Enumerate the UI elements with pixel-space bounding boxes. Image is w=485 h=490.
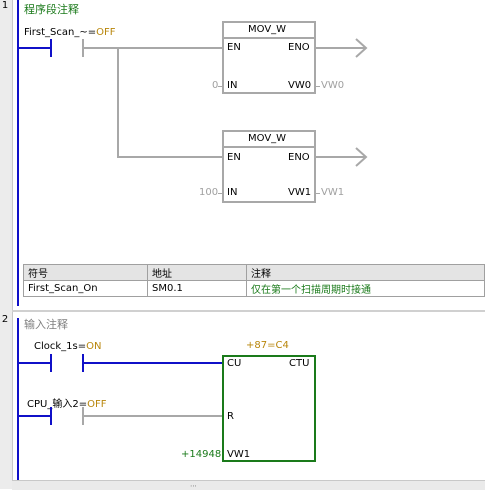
rung1-wire-energized	[19, 47, 50, 49]
mov-w-block-1-out-stub	[314, 86, 320, 87]
ctu-r-pin: R	[227, 411, 234, 422]
comment-cell: 仅在第一个扫描周期时接通	[246, 280, 485, 297]
ctu-type-label: CTU	[289, 358, 310, 369]
rung1-wire-to-block2	[117, 156, 224, 158]
clock-1s-contact-left-bar[interactable]	[50, 354, 52, 372]
power-rail-network-2	[17, 318, 19, 480]
mov-w-block-2-en: EN	[227, 152, 241, 163]
mov-w-block-1-eno: ENO	[288, 42, 310, 53]
network-1-comment[interactable]: 程序段注释	[24, 1, 79, 17]
mov-w-block-1-en: EN	[227, 42, 241, 53]
table-row[interactable]: First_Scan_On SM0.1 仅在第一个扫描周期时接通	[23, 280, 485, 297]
network-number-2[interactable]: 2	[0, 314, 10, 325]
mov-w-block-2-title: MOV_W	[248, 133, 287, 144]
rung1-branch-vertical	[117, 47, 119, 158]
network-2-comment[interactable]: 输入注释	[24, 316, 68, 332]
mov-w-block-2-out-value[interactable]: VW1	[321, 187, 344, 198]
mov-w-block-1-in-stub	[218, 86, 224, 87]
mov-w-block-1-out-value[interactable]: VW0	[321, 80, 344, 91]
mov-w-block-1-title: MOV_W	[248, 24, 287, 35]
mov-w-block-2-in: IN	[227, 187, 238, 198]
cpu-input2-contact-left-bar[interactable]	[50, 407, 52, 425]
first-scan-contact-label: First_Scan_~=OFF	[24, 27, 116, 38]
ctu-pv-address: VW1	[227, 449, 251, 460]
counter-value-label[interactable]: +87=C4	[246, 340, 289, 351]
ctu-pv-value[interactable]: +14948	[181, 449, 221, 460]
rung2-wire-a	[19, 362, 50, 364]
mov-w-block-1-title-divider	[224, 37, 314, 39]
ctu-cu-pin: CU	[227, 358, 242, 369]
comment-header: 注释	[246, 264, 485, 281]
rung2-wire-to-cu	[84, 362, 224, 364]
mov-w-block-2-title-divider	[224, 146, 314, 148]
symbol-table: 符号 地址 注释 First_Scan_On SM0.1 仅在第一个扫描周期时接…	[23, 264, 485, 297]
rung2-wire-to-r	[84, 415, 224, 417]
rung2-wire-b	[19, 415, 50, 417]
address-header: 地址	[147, 264, 247, 281]
mov-w-block-2-in-stub	[218, 193, 224, 194]
network-separator	[12, 310, 485, 312]
address-cell: SM0.1	[147, 280, 247, 297]
mov-w-block-1-out: VW0	[288, 80, 312, 91]
mov-w-block-2-in-value[interactable]: 100	[199, 187, 218, 198]
first-scan-contact-left-bar[interactable]	[50, 39, 52, 57]
power-rail-network-1	[17, 0, 19, 306]
network-number-1[interactable]: 1	[0, 0, 10, 11]
rung1-wire-to-block1	[84, 47, 224, 49]
ctu-counter-block[interactable]	[222, 355, 316, 462]
network-gutter	[0, 0, 13, 489]
clock-1s-contact-label: Clock_1s=ON	[34, 341, 102, 352]
symbol-table-header-row: 符号 地址 注释	[23, 264, 485, 281]
mov-w-block-1-in: IN	[227, 80, 238, 91]
coil-arrow-icon	[355, 147, 368, 167]
mov-w-block-2-out-stub	[314, 193, 320, 194]
mov-w-block-2-eno: ENO	[288, 152, 310, 163]
mov-w-block-2-out: VW1	[288, 187, 312, 198]
symbol-cell: First_Scan_On	[23, 280, 148, 297]
symbol-header: 符号	[23, 264, 148, 281]
cpu-input2-contact-label: CPU_输入2=OFF	[27, 399, 107, 410]
coil-arrow-icon	[355, 38, 368, 58]
